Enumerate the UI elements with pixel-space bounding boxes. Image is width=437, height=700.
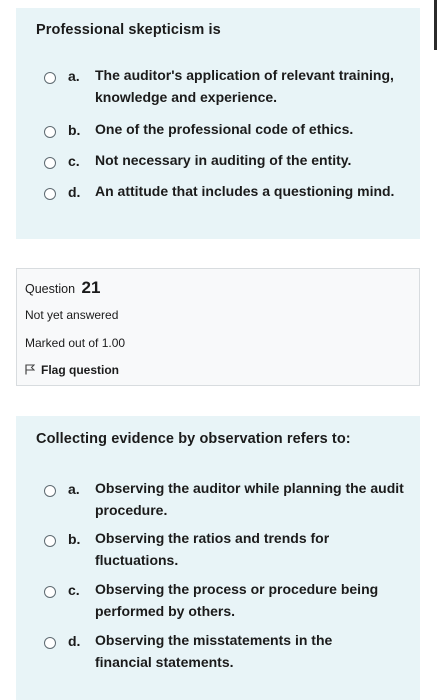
option-text: Observing the auditor while planning the… [95,480,404,518]
option-text: The auditor's application of relevant tr… [95,67,394,105]
radio-button[interactable] [44,535,56,547]
marks-info: Marked out of 1.00 [25,336,126,350]
option-text: Observing the misstatements in the finan… [95,632,333,670]
flag-outline-icon [25,364,35,375]
flag-question-link[interactable]: Flag question [25,363,119,377]
question-2-content: Collecting evidence by observation refer… [16,416,420,700]
option-letter: c. [68,153,80,169]
radio-button[interactable] [44,586,56,598]
option-letter: c. [68,582,80,598]
question-info-panel: Question 21 Not yet answered Marked out … [16,268,420,386]
question-number: Question 21 [25,278,100,298]
radio-button[interactable] [44,485,56,497]
option-letter: a. [68,481,80,497]
radio-button[interactable] [44,126,56,138]
option-letter: d. [68,184,81,200]
radio-button[interactable] [44,637,56,649]
option-text: One of the professional code of ethics. [95,121,354,137]
question-label: Question [25,282,76,296]
radio-button[interactable] [44,72,56,84]
question-1-text: Professional skepticism is [36,22,221,38]
question-number-value: 21 [81,278,101,297]
answer-status: Not yet answered [25,308,119,322]
option-text: Not necessary in auditing of the entity. [95,152,352,168]
flag-question-label: Flag question [41,363,119,377]
option-text: Observing the ratios and trends for fluc… [95,530,330,568]
option-text: An attitude that includes a questioning … [95,183,395,199]
radio-button[interactable] [44,157,56,169]
option-letter: b. [68,531,81,547]
radio-button[interactable] [44,188,56,200]
option-letter: b. [68,122,81,138]
question-2-text: Collecting evidence by observation refer… [36,431,351,447]
option-text: Observing the process or procedure being… [95,581,379,619]
option-letter: d. [68,633,81,649]
option-letter: a. [68,68,80,84]
question-1-content: Professional skepticism is a. The audito… [16,8,420,239]
